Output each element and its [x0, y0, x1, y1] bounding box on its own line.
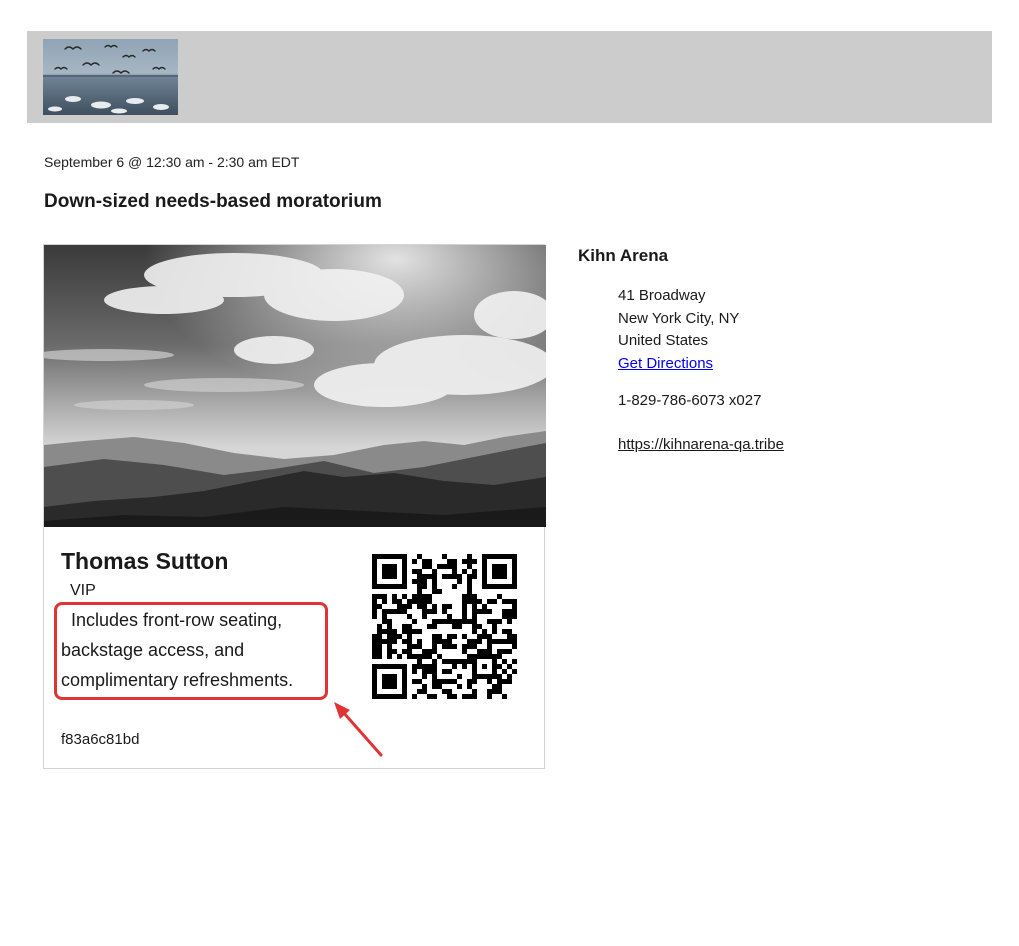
venue-address-line1: 41 Broadway — [618, 287, 706, 304]
ticket-code: f83a6c81bd — [61, 731, 140, 748]
venue-address-line2: New York City, NY — [618, 309, 740, 327]
event-datetime: September 6 @ 12:30 am - 2:30 am EDT — [44, 154, 300, 170]
qr-code — [372, 554, 517, 699]
venue-phone: 1-829-786-6073 x027 — [618, 392, 762, 409]
seagulls-logo-image — [43, 39, 178, 115]
event-title: Down-sized needs-based moratorium — [44, 191, 382, 212]
annotation-highlight-box — [54, 602, 328, 700]
ticket-type: VIP — [70, 582, 96, 599]
venue-address: 41 Broadway New York City, NY United Sta… — [618, 285, 739, 375]
ticket-card: Thomas Sutton VIP Includes front-row sea… — [43, 244, 546, 769]
get-directions-link[interactable]: Get Directions — [618, 355, 713, 372]
venue-name: Kihn Arena — [578, 246, 669, 265]
attendee-name: Thomas Sutton — [61, 548, 229, 574]
header-bar — [27, 31, 992, 123]
mountain-landscape-image — [44, 245, 546, 527]
venue-country: United States — [618, 332, 709, 349]
venue-website-link[interactable]: https://kihnarena-qa.tribe — [618, 436, 784, 453]
